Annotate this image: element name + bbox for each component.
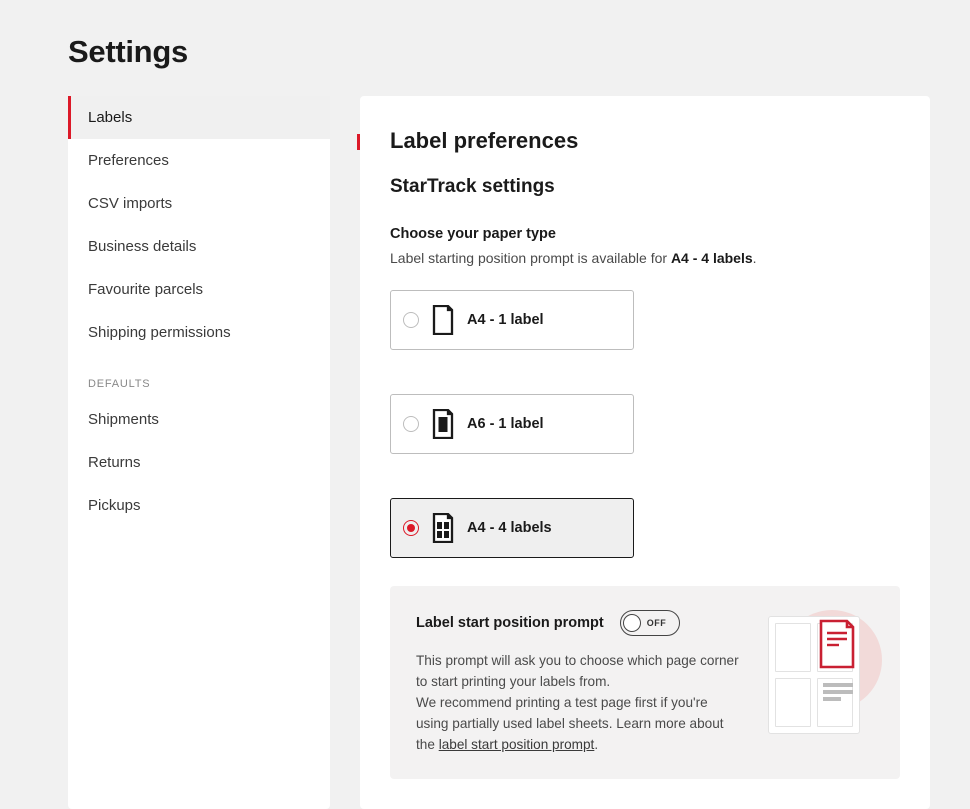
sidebar-item-label: Returns <box>88 454 141 471</box>
sidebar-item-favourite-parcels[interactable]: Favourite parcels <box>68 268 330 311</box>
section-accent <box>357 134 360 150</box>
sidebar-item-label: Preferences <box>88 152 169 169</box>
sidebar-item-label: Shipping permissions <box>88 324 231 341</box>
sidebar-item-pickups[interactable]: Pickups <box>68 484 330 527</box>
lines-icon <box>823 683 853 704</box>
document-small-icon <box>431 409 455 439</box>
section-title: Label preferences <box>390 96 900 154</box>
sidebar-item-labels[interactable]: Labels <box>68 96 330 139</box>
paper-type-options: A4 - 1 label A6 - 1 label <box>390 290 900 558</box>
sidebar-item-label: Pickups <box>88 497 141 514</box>
prompt-illustration <box>764 610 874 734</box>
subsection-title: StarTrack settings <box>390 176 900 198</box>
paper-option-label: A4 - 4 labels <box>467 520 552 536</box>
document-grid-icon <box>431 513 455 543</box>
sidebar-item-shipping-permissions[interactable]: Shipping permissions <box>68 311 330 354</box>
main-panel: Label preferences StarTrack settings Cho… <box>360 96 930 809</box>
sidebar-item-label: CSV imports <box>88 195 172 212</box>
paper-option-a4-1[interactable]: A4 - 1 label <box>390 290 634 350</box>
paper-type-desc: Label starting position prompt is availa… <box>390 250 900 266</box>
toggle-state-label: OFF <box>647 618 667 628</box>
sidebar-item-label: Business details <box>88 238 196 255</box>
radio-icon <box>403 416 419 432</box>
paper-option-a4-4[interactable]: A4 - 4 labels <box>390 498 634 558</box>
sidebar-item-label: Labels <box>88 109 132 126</box>
prompt-title: Label start position prompt <box>416 615 604 631</box>
paper-option-label: A4 - 1 label <box>467 312 544 328</box>
prompt-toggle[interactable]: OFF <box>620 610 680 636</box>
sidebar-item-label: Shipments <box>88 411 159 428</box>
paper-option-label: A6 - 1 label <box>467 416 544 432</box>
page-title: Settings <box>68 34 930 70</box>
toggle-knob-icon <box>623 614 641 632</box>
radio-icon <box>403 520 419 536</box>
prompt-learn-more-link[interactable]: label start position prompt <box>439 737 595 752</box>
prompt-description: This prompt will ask you to choose which… <box>416 650 740 755</box>
sidebar-item-label: Favourite parcels <box>88 281 203 298</box>
sidebar-defaults-header: DEFAULTS <box>68 354 330 398</box>
sidebar-item-preferences[interactable]: Preferences <box>68 139 330 182</box>
sidebar-item-csv-imports[interactable]: CSV imports <box>68 182 330 225</box>
sidebar-item-business-details[interactable]: Business details <box>68 225 330 268</box>
document-single-icon <box>431 305 455 335</box>
document-red-icon <box>817 619 857 674</box>
paper-option-a6-1[interactable]: A6 - 1 label <box>390 394 634 454</box>
paper-type-label: Choose your paper type <box>390 226 900 242</box>
label-start-position-panel: Label start position prompt OFF This pro… <box>390 586 900 779</box>
radio-icon <box>403 312 419 328</box>
sidebar-item-shipments[interactable]: Shipments <box>68 398 330 441</box>
sidebar-item-returns[interactable]: Returns <box>68 441 330 484</box>
settings-sidebar: Labels Preferences CSV imports Business … <box>68 96 330 809</box>
